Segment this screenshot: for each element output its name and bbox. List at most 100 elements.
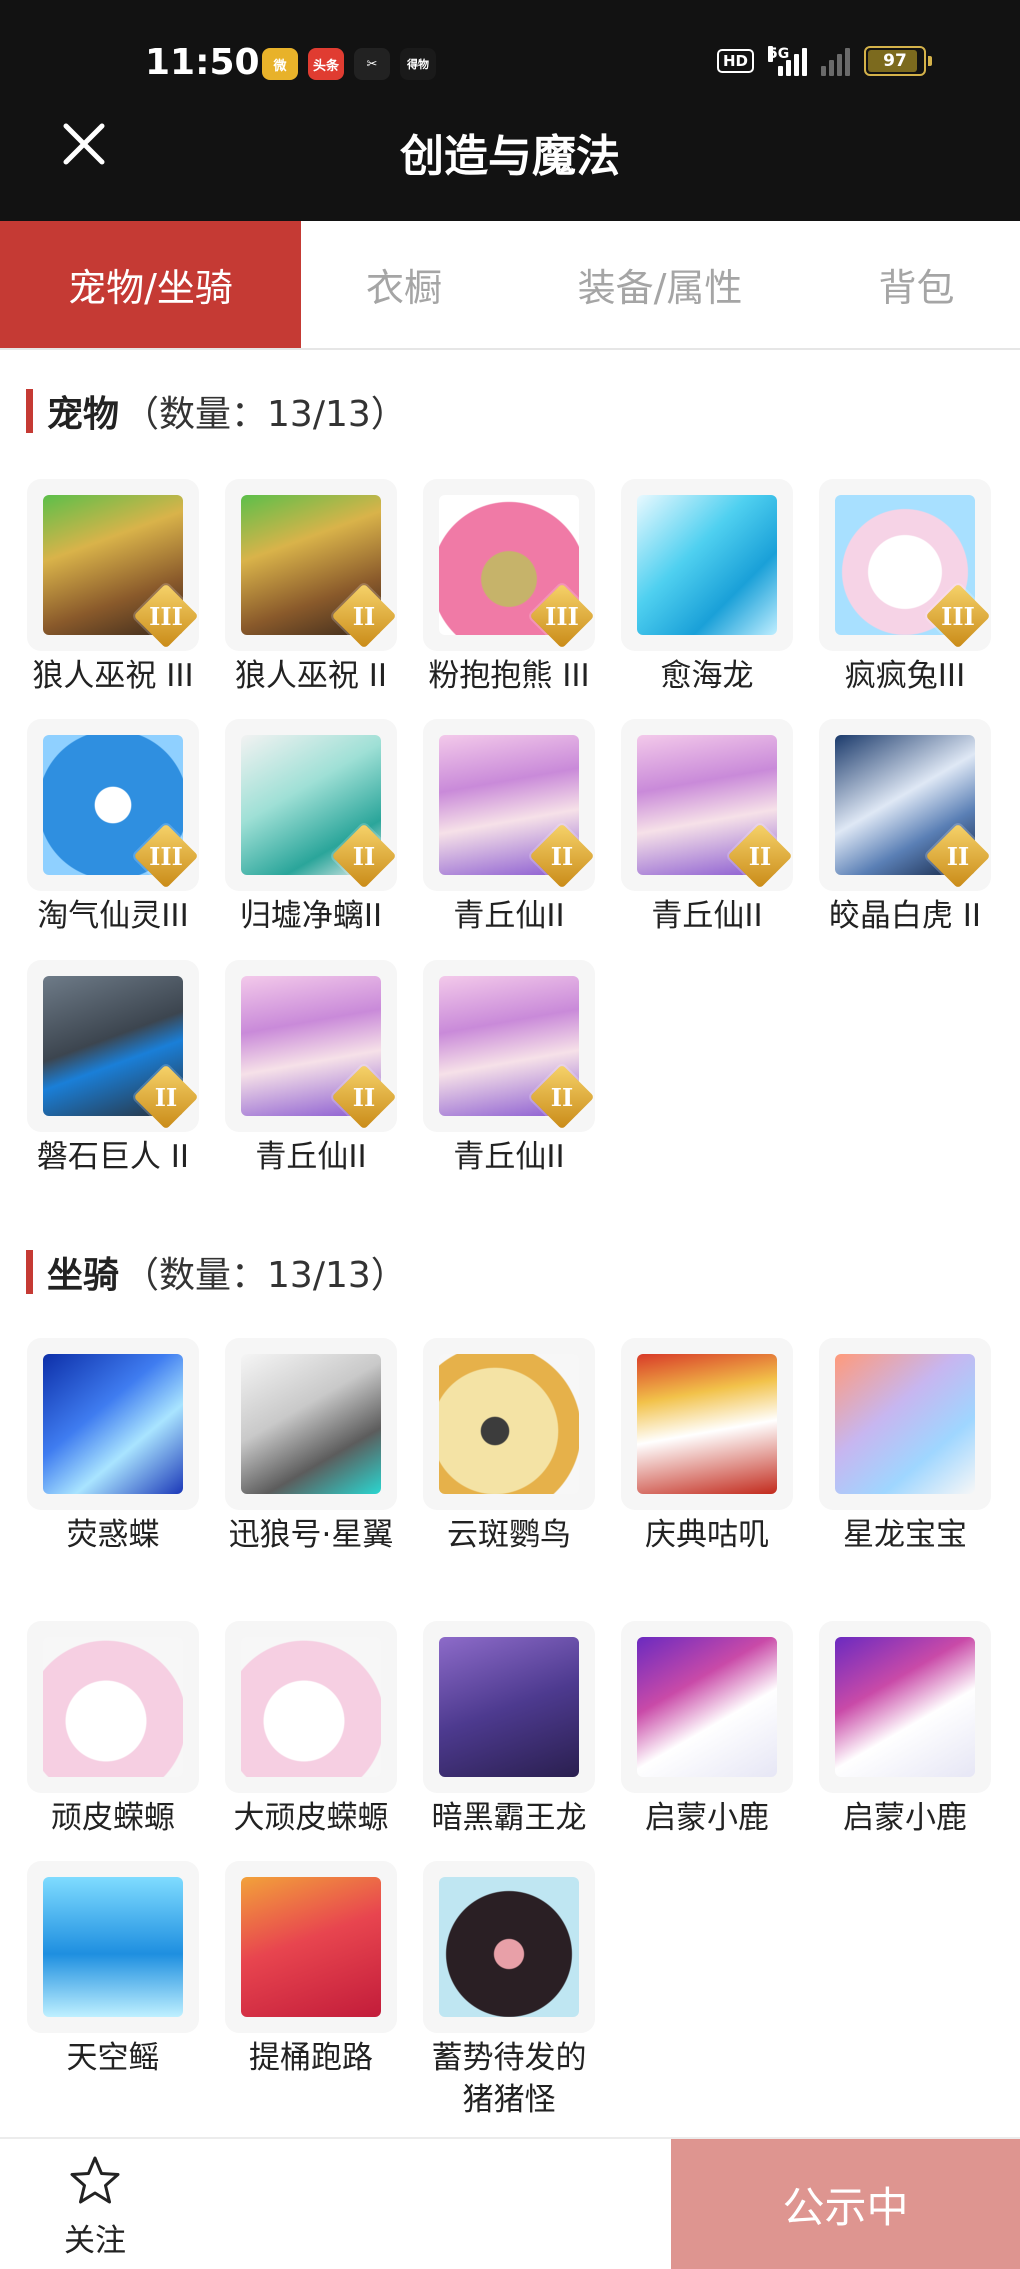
mount-card[interactable]: 顽皮蝾螈 — [27, 1621, 199, 1839]
mount-card[interactable]: 荧惑蝶 — [27, 1338, 199, 1556]
status-app-icons: 微 头条 ✂ 得物 — [262, 48, 436, 80]
pet-card[interactable]: II 青丘仙II — [225, 960, 397, 1178]
pet-card[interactable]: III 疯疯兔III — [819, 479, 991, 697]
top-bar: 11:50 微 头条 ✂ 得物 HD 5G 97 创造与魔法 — [0, 0, 1020, 221]
pet-card[interactable]: II 青丘仙II — [423, 960, 595, 1178]
mount-name: 提桶跑路 — [249, 2040, 373, 2076]
mount-name: 暗黑霸王龙 — [431, 1800, 587, 1836]
pet-card[interactable]: III 狼人巫祝 III — [27, 479, 199, 697]
pet-name: 青丘仙II — [453, 898, 565, 934]
tab-wardrobe[interactable]: 衣橱 — [301, 221, 507, 348]
pet-thumbnail: II — [27, 960, 199, 1132]
hd-badge: HD — [716, 49, 754, 73]
mount-thumbnail — [621, 1338, 793, 1510]
mount-name: 启蒙小鹿 — [843, 1800, 967, 1836]
pet-name: 狼人巫祝 II — [234, 658, 388, 694]
stardragon-image — [835, 1354, 975, 1494]
grade-badge-text: III — [149, 841, 183, 871]
pet-thumbnail: II — [225, 719, 397, 891]
pet-card[interactable]: 愈海龙 — [621, 479, 793, 697]
mounts-title: 坐骑 — [47, 1255, 120, 1296]
mount-card[interactable]: 云斑鹦鸟 — [423, 1338, 595, 1556]
tab-equipment-attributes[interactable]: 装备/属性 — [507, 221, 813, 348]
pet-name: 青丘仙II — [255, 1139, 367, 1175]
pets-title: 宠物 — [47, 394, 120, 435]
status-time: 11:50 — [145, 42, 260, 83]
pets-count: （数量：13/13） — [123, 394, 407, 435]
bucket-image — [241, 1877, 381, 2017]
pet-name: 皎晶白虎 II — [828, 898, 982, 934]
follow-button[interactable]: 关注 — [55, 2153, 135, 2260]
capcut-icon: ✂ — [354, 48, 390, 80]
pet-card[interactable]: II 皎晶白虎 II — [819, 719, 991, 937]
pet-thumbnail: II — [423, 719, 595, 891]
grade-badge-text: II — [154, 1082, 178, 1112]
pet-thumbnail: II — [621, 719, 793, 891]
mechwolf-image — [241, 1354, 381, 1494]
network-type: 5G — [768, 46, 790, 62]
mount-card[interactable]: 迅狼号·星翼 — [225, 1338, 397, 1556]
axolotl-image — [241, 1637, 381, 1777]
grade-badge-text: II — [748, 841, 772, 871]
pet-name: 粉抱抱熊 III — [428, 658, 590, 694]
mount-thumbnail — [621, 1621, 793, 1793]
tab-backpack[interactable]: 背包 — [813, 221, 1020, 348]
pet-card[interactable]: III 粉抱抱熊 III — [423, 479, 595, 697]
dewu-icon: 得物 — [400, 48, 436, 80]
mount-card[interactable]: 启蒙小鹿 — [621, 1621, 793, 1839]
mount-card[interactable]: 提桶跑路 — [225, 1861, 397, 2079]
tab-pets-mounts[interactable]: 宠物/坐骑 — [0, 221, 301, 348]
mount-name: 星龙宝宝 — [843, 1517, 967, 1553]
section-accent-bar — [26, 1250, 33, 1294]
grade-badge-text: III — [149, 601, 183, 631]
pet-thumbnail: II — [225, 479, 397, 651]
mount-card[interactable]: 启蒙小鹿 — [819, 1621, 991, 1839]
mount-card[interactable]: 大顽皮蝾螈 — [225, 1621, 397, 1839]
mount-thumbnail — [27, 1338, 199, 1510]
pet-name: 归墟净螭II — [239, 898, 383, 934]
pet-name: 疯疯兔III — [844, 658, 966, 694]
mount-thumbnail — [423, 1621, 595, 1793]
axolotl-image — [43, 1637, 183, 1777]
mount-name: 庆典咕叽 — [645, 1517, 769, 1553]
grade-badge-text: III — [941, 601, 975, 631]
pet-thumbnail: III — [423, 479, 595, 651]
pet-card[interactable]: III 淘气仙灵III — [27, 719, 199, 937]
mount-card[interactable]: 蓄势待发的猪猪怪 — [423, 1861, 595, 2121]
mount-name: 大顽皮蝾螈 — [233, 1800, 389, 1836]
mount-card[interactable]: 庆典咕叽 — [621, 1338, 793, 1556]
grade-badge-text: II — [352, 1082, 376, 1112]
seadragon-image — [637, 495, 777, 635]
mount-card[interactable]: 暗黑霸王龙 — [423, 1621, 595, 1839]
pet-thumbnail: II — [819, 719, 991, 891]
mount-name: 迅狼号·星翼 — [228, 1517, 394, 1553]
signal-5g-icon: 5G — [768, 46, 807, 76]
pet-card[interactable]: II 归墟净螭II — [225, 719, 397, 937]
mount-thumbnail — [819, 1621, 991, 1793]
pet-card[interactable]: II 狼人巫祝 II — [225, 479, 397, 697]
pet-card[interactable]: II 磐石巨人 II — [27, 960, 199, 1178]
pet-thumbnail: II — [423, 960, 595, 1132]
mount-thumbnail — [819, 1338, 991, 1510]
toutiao-icon: 头条 — [308, 48, 344, 80]
weibo-icon: 微 — [262, 48, 298, 80]
mounts-count: （数量：13/13） — [123, 1255, 407, 1296]
mount-name: 天空鳐 — [66, 2040, 160, 2076]
section-accent-bar — [26, 389, 33, 433]
battery-tip — [928, 56, 932, 66]
grade-badge-text: II — [946, 841, 970, 871]
mount-card[interactable]: 天空鳐 — [27, 1861, 199, 2079]
mount-thumbnail — [423, 1861, 595, 2033]
pet-card[interactable]: II 青丘仙II — [423, 719, 595, 937]
mount-name: 荧惑蝶 — [66, 1517, 160, 1553]
battery-icon: 97 — [864, 46, 926, 76]
pet-thumbnail: III — [27, 719, 199, 891]
mount-card[interactable]: 星龙宝宝 — [819, 1338, 991, 1556]
pet-card[interactable]: II 青丘仙II — [621, 719, 793, 937]
pet-name: 狼人巫祝 III — [32, 658, 194, 694]
pet-thumbnail — [621, 479, 793, 651]
publish-status-button[interactable]: 公示中 — [671, 2139, 1020, 2269]
pet-thumbnail: III — [27, 479, 199, 651]
mount-thumbnail — [225, 1861, 397, 2033]
mount-name: 启蒙小鹿 — [645, 1800, 769, 1836]
